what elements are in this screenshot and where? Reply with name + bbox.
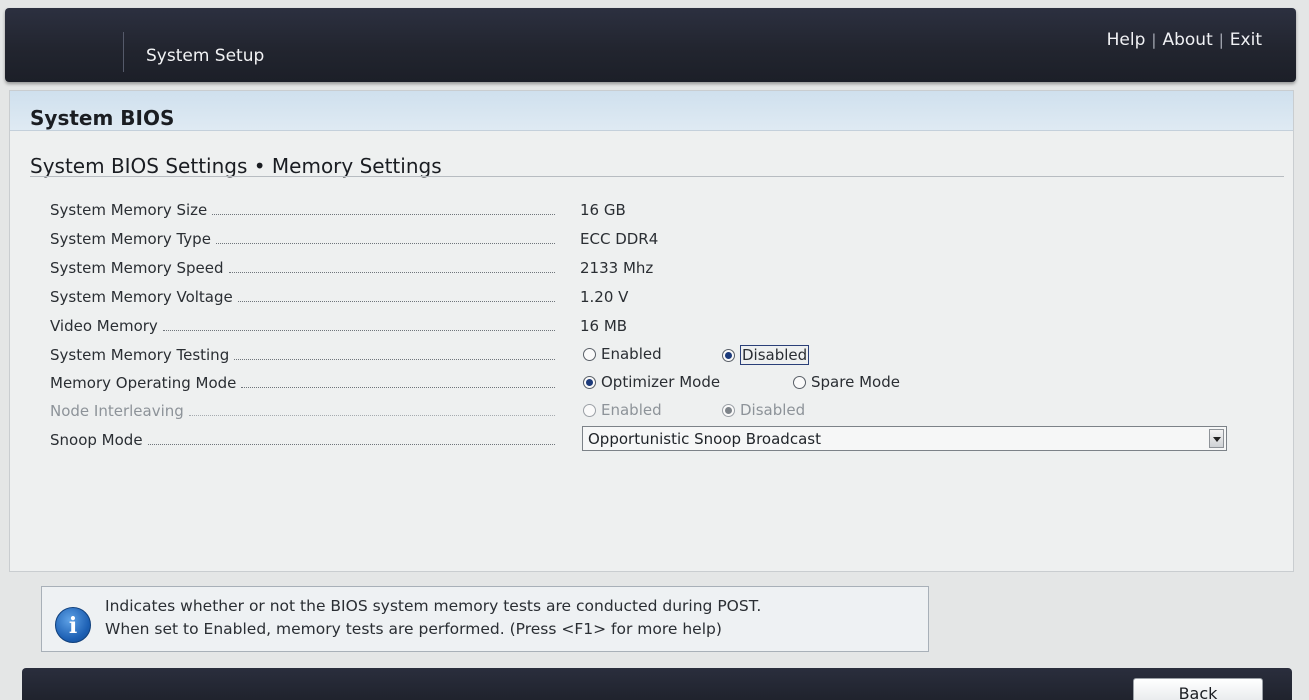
panel-title: System BIOS xyxy=(30,106,175,130)
setting-value: 1.20 V xyxy=(580,288,629,306)
help-text-line-2: When set to Enabled, memory tests are pe… xyxy=(105,620,722,638)
dotted-leader xyxy=(234,351,555,360)
radio-on-icon[interactable] xyxy=(722,348,735,362)
row-system-memory-type: System Memory Type ECC DDR4 xyxy=(50,228,1280,250)
row-video-memory: Video Memory 16 MB xyxy=(50,315,1280,337)
settings-panel: System BIOS System BIOS Settings • Memor… xyxy=(9,90,1294,572)
row-node-interleaving: Node Interleaving Enabled Disabled xyxy=(50,400,1280,422)
setting-value: 16 GB xyxy=(580,201,626,219)
node-interleaving-disabled-radio: Disabled xyxy=(722,401,805,419)
header-divider xyxy=(123,32,124,72)
row-system-memory-speed: System Memory Speed 2133 Mhz xyxy=(50,257,1280,279)
back-button[interactable]: Back xyxy=(1133,678,1263,700)
chevron-down-icon[interactable] xyxy=(1209,429,1224,448)
node-interleaving-enabled-radio: Enabled xyxy=(583,401,662,419)
setting-label: System Memory Testing xyxy=(50,346,235,364)
help-text-line-1: Indicates whether or not the BIOS system… xyxy=(105,597,762,615)
row-system-memory-size: System Memory Size 16 GB xyxy=(50,199,1280,221)
row-system-memory-testing: System Memory Testing Enabled Disabled xyxy=(50,344,1280,366)
dotted-leader xyxy=(228,264,555,273)
bottom-bar xyxy=(22,668,1292,700)
exit-link[interactable]: Exit xyxy=(1230,30,1262,50)
radio-off-icon[interactable] xyxy=(793,375,806,389)
dotted-leader xyxy=(188,407,555,416)
setting-label: Node Interleaving xyxy=(50,402,189,420)
setting-label: System Memory Size xyxy=(50,201,213,219)
setting-label: System Memory Speed xyxy=(50,259,229,277)
radio-off-icon[interactable] xyxy=(583,347,596,361)
memory-testing-enabled-radio[interactable]: Enabled xyxy=(583,345,662,363)
setting-value: 2133 Mhz xyxy=(580,259,654,277)
page-subtitle: System BIOS Settings • Memory Settings xyxy=(30,154,442,178)
help-link[interactable]: Help xyxy=(1107,30,1146,50)
snoop-mode-value: Opportunistic Snoop Broadcast xyxy=(588,430,821,448)
memory-testing-disabled-radio[interactable]: Disabled xyxy=(722,345,810,365)
row-memory-operating-mode: Memory Operating Mode Optimizer Mode Spa… xyxy=(50,372,1280,394)
setting-label: Video Memory xyxy=(50,317,163,335)
dotted-leader xyxy=(215,235,555,244)
setting-label: Memory Operating Mode xyxy=(50,374,242,392)
radio-on-icon[interactable] xyxy=(583,375,596,389)
link-separator: | xyxy=(1151,31,1157,49)
row-snoop-mode: Snoop Mode Opportunistic Snoop Broadcast xyxy=(50,426,1280,451)
setting-value: 16 MB xyxy=(580,317,628,335)
setting-value: ECC DDR4 xyxy=(580,230,659,248)
dotted-leader xyxy=(237,293,555,302)
setting-label: Snoop Mode xyxy=(50,431,148,449)
setting-label: System Memory Type xyxy=(50,230,216,248)
link-separator: | xyxy=(1218,31,1224,49)
about-link[interactable]: About xyxy=(1162,30,1212,50)
top-header-bar: System Setup Help | About | Exit xyxy=(5,8,1296,82)
dotted-leader xyxy=(162,322,555,331)
radio-on-icon xyxy=(722,403,735,417)
spare-mode-radio[interactable]: Spare Mode xyxy=(793,373,900,391)
optimizer-mode-radio[interactable]: Optimizer Mode xyxy=(583,373,720,391)
info-icon: i xyxy=(55,607,91,643)
row-system-memory-voltage: System Memory Voltage 1.20 V xyxy=(50,286,1280,308)
dotted-leader xyxy=(147,436,555,445)
header-links: Help | About | Exit xyxy=(1107,30,1262,50)
help-info-box: i Indicates whether or not the BIOS syst… xyxy=(41,586,929,652)
panel-header: System BIOS xyxy=(10,91,1293,131)
subtitle-divider xyxy=(30,176,1284,177)
radio-off-icon xyxy=(583,403,596,417)
dotted-leader xyxy=(212,206,555,215)
focused-option: Disabled xyxy=(740,345,810,365)
snoop-mode-select[interactable]: Opportunistic Snoop Broadcast xyxy=(582,426,1227,451)
dotted-leader xyxy=(241,379,555,388)
app-title: System Setup xyxy=(146,46,265,66)
setting-label: System Memory Voltage xyxy=(50,288,238,306)
